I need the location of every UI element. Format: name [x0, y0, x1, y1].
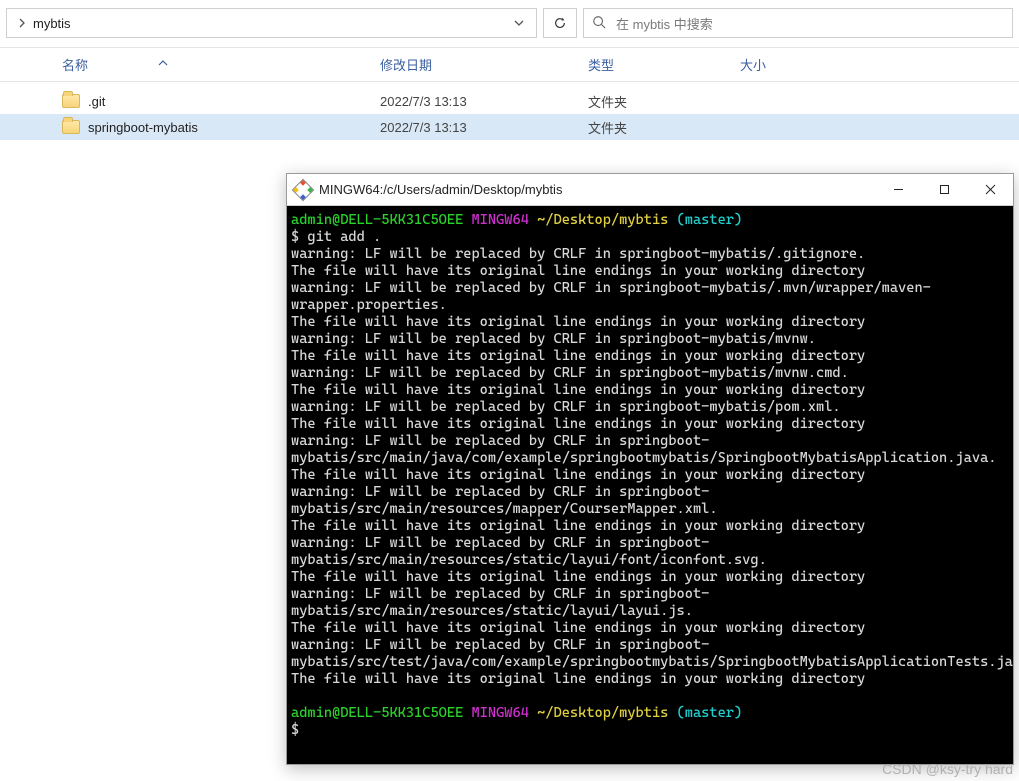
terminal-output-line: The file will have its original line end…	[291, 467, 1009, 484]
terminal-prompt: admin@DELL-5KK31C5OEE MINGW64 ~/Desktop/…	[291, 705, 1009, 722]
prompt-branch: (master)	[677, 705, 743, 721]
prompt-host: MINGW64	[471, 212, 528, 228]
file-name: .git	[88, 94, 105, 109]
prompt-user: admin@DELL-5KK31C5OEE	[291, 705, 463, 721]
minimize-button[interactable]	[875, 174, 921, 206]
terminal-output-line: The file will have its original line end…	[291, 348, 1009, 365]
refresh-button[interactable]	[543, 8, 577, 38]
column-type[interactable]: 类型	[588, 55, 740, 74]
file-name: springboot-mybatis	[88, 120, 198, 135]
terminal-output-line: warning: LF will be replaced by CRLF in …	[291, 484, 1009, 518]
breadcrumb-dropdown-icon[interactable]	[510, 16, 528, 31]
folder-icon	[62, 94, 80, 108]
terminal-output-line: warning: LF will be replaced by CRLF in …	[291, 399, 1009, 416]
terminal-output-line: The file will have its original line end…	[291, 620, 1009, 637]
column-size[interactable]: 大小	[740, 55, 890, 74]
terminal-output-line: The file will have its original line end…	[291, 314, 1009, 331]
terminal-output-line: The file will have its original line end…	[291, 416, 1009, 433]
terminal-output-line: warning: LF will be replaced by CRLF in …	[291, 246, 1009, 263]
explorer-address-bar: mybtis 在 mybtis 中搜索	[0, 0, 1019, 48]
prompt-path: ~/Desktop/mybtis	[537, 705, 668, 721]
prompt-path: ~/Desktop/mybtis	[537, 212, 668, 228]
folder-icon	[62, 120, 80, 134]
terminal-output-line: warning: LF will be replaced by CRLF in …	[291, 331, 1009, 348]
terminal-output-line: The file will have its original line end…	[291, 382, 1009, 399]
column-headers: 名称 修改日期 类型 大小	[0, 48, 1019, 82]
file-modified: 2022/7/3 13:13	[380, 120, 588, 135]
terminal-output-line: warning: LF will be replaced by CRLF in …	[291, 586, 1009, 620]
terminal-output-line: warning: LF will be replaced by CRLF in …	[291, 433, 1009, 467]
file-modified: 2022/7/3 13:13	[380, 94, 588, 109]
column-name[interactable]: 名称	[62, 55, 380, 74]
terminal-title: MINGW64:/c/Users/admin/Desktop/mybtis	[319, 182, 875, 197]
search-placeholder: 在 mybtis 中搜索	[616, 14, 713, 33]
search-icon	[592, 15, 606, 32]
terminal-window: MINGW64:/c/Users/admin/Desktop/mybtis ad…	[286, 173, 1014, 765]
terminal-output-line: warning: LF will be replaced by CRLF in …	[291, 535, 1009, 569]
search-input[interactable]: 在 mybtis 中搜索	[583, 8, 1013, 38]
breadcrumb-box[interactable]: mybtis	[6, 8, 537, 38]
terminal-output-line: The file will have its original line end…	[291, 671, 1009, 688]
terminal-body[interactable]: admin@DELL-5KK31C5OEE MINGW64 ~/Desktop/…	[287, 206, 1013, 764]
terminal-cursor-line: $	[291, 722, 1009, 739]
terminal-prompt: admin@DELL-5KK31C5OEE MINGW64 ~/Desktop/…	[291, 212, 1009, 229]
maximize-button[interactable]	[921, 174, 967, 206]
file-row[interactable]: .git 2022/7/3 13:13文件夹	[0, 88, 1019, 114]
sort-caret-icon	[158, 59, 168, 70]
close-button[interactable]	[967, 174, 1013, 206]
prompt-host: MINGW64	[471, 705, 528, 721]
watermark: CSDN @ksy-try hard	[882, 761, 1013, 777]
terminal-output-line: The file will have its original line end…	[291, 569, 1009, 586]
terminal-output-line: warning: LF will be replaced by CRLF in …	[291, 280, 1009, 314]
file-list: .git 2022/7/3 13:13文件夹 springboot-mybatis 2…	[0, 82, 1019, 140]
prompt-user: admin@DELL-5KK31C5OEE	[291, 212, 463, 228]
mingw-icon	[292, 178, 315, 201]
breadcrumb-text[interactable]: mybtis	[33, 16, 510, 31]
file-row[interactable]: springboot-mybatis 2022/7/3 13:13文件夹	[0, 114, 1019, 140]
terminal-title-bar[interactable]: MINGW64:/c/Users/admin/Desktop/mybtis	[287, 174, 1013, 206]
file-type: 文件夹	[588, 118, 740, 137]
terminal-output-line: The file will have its original line end…	[291, 263, 1009, 280]
chevron-right-icon	[15, 16, 29, 30]
terminal-output-line: warning: LF will be replaced by CRLF in …	[291, 637, 1009, 671]
file-type: 文件夹	[588, 92, 740, 111]
prompt-branch: (master)	[677, 212, 743, 228]
terminal-command: $ git add .	[291, 229, 1009, 246]
column-modified[interactable]: 修改日期	[380, 55, 588, 74]
terminal-output-line: The file will have its original line end…	[291, 518, 1009, 535]
terminal-output-line: warning: LF will be replaced by CRLF in …	[291, 365, 1009, 382]
